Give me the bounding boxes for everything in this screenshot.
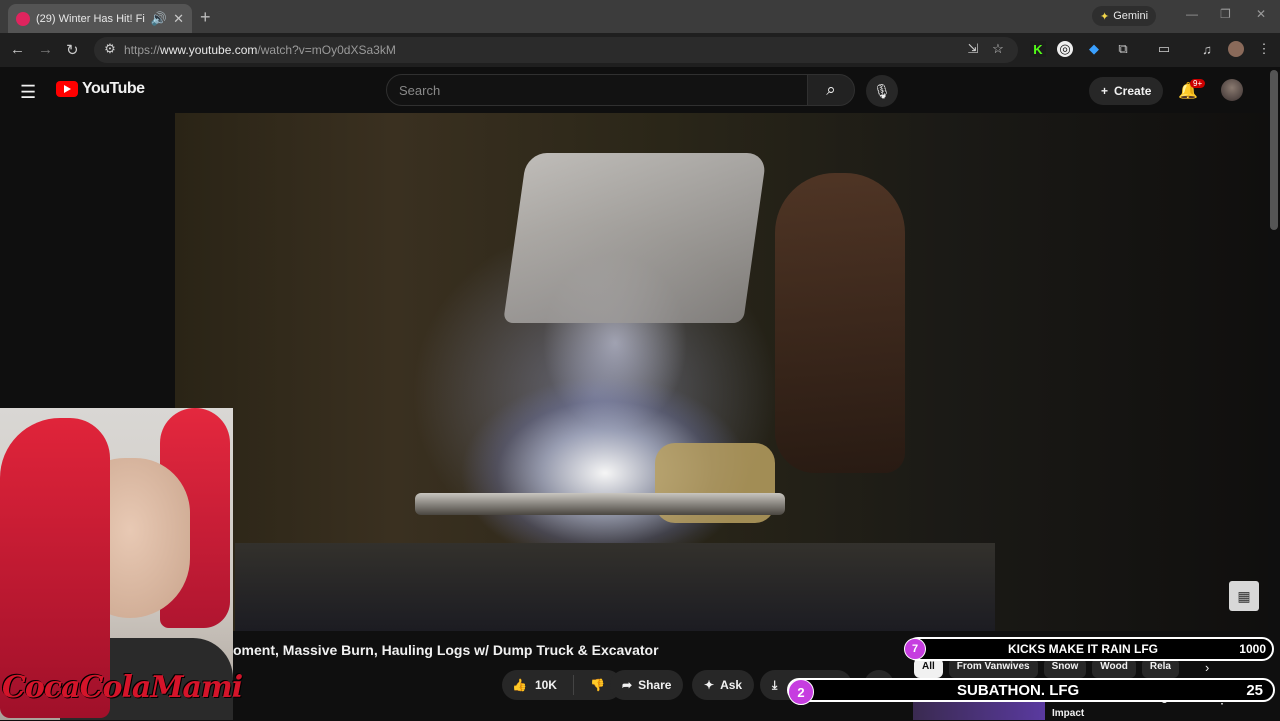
url-prefix: https:// (124, 43, 161, 57)
address-bar[interactable]: https://www.youtube.com/watch?v=mOy0dXSa… (94, 37, 1018, 63)
goal-text: SUBATHON. LFG (957, 681, 1080, 699)
download-icon: ⤓ (772, 677, 778, 692)
goal-value: 25 (1246, 681, 1263, 699)
url-path: /watch?v=mOy0dXSa3kM (257, 43, 396, 57)
extensions-puzzle-icon[interactable]: ⧉ (1115, 41, 1131, 57)
search-icon: ⌕ (826, 80, 836, 99)
youtube-favicon-icon (16, 11, 30, 26)
maximize-button[interactable]: ❐ (1220, 7, 1231, 21)
media-controls-icon[interactable]: ♫ (1199, 41, 1215, 57)
create-label: Create (1114, 84, 1152, 98)
youtube-logo-text: YouTube (82, 80, 145, 97)
share-arrow-icon: ➦ (622, 678, 633, 692)
goal-text: KICKS MAKE IT RAIN LFG (1008, 642, 1158, 656)
menu-hamburger-icon[interactable]: ☰ (20, 82, 36, 103)
chip[interactable]: From Vanwives (948, 658, 1038, 678)
video-player[interactable] (175, 113, 1268, 631)
youtube-logo[interactable]: YouTube (56, 80, 145, 98)
close-window-button[interactable]: ✕ (1256, 7, 1266, 21)
microphone-icon: 🎙 (873, 82, 891, 99)
chip[interactable]: Snow (1043, 658, 1087, 678)
close-tab-icon[interactable]: ✕ (173, 11, 184, 27)
tab-search-icon[interactable]: ▭ (1156, 41, 1172, 57)
share-label: Share (638, 678, 672, 692)
extension-circle-icon[interactable]: ◎ (1057, 41, 1073, 57)
dislike-button[interactable]: 👎 (580, 678, 605, 692)
notification-count-badge: 9+ (1190, 79, 1206, 88)
goal-value: 1000 (1239, 642, 1266, 656)
video-scene-table (235, 543, 995, 631)
install-app-icon[interactable]: ⇲ (965, 41, 981, 57)
youtube-play-icon (56, 81, 78, 97)
ask-label: Ask (720, 678, 743, 692)
streamer-name-logo: CocaColaMami (2, 670, 243, 705)
forward-icon[interactable]: → (38, 41, 53, 58)
like-dislike-group: 👍 10K 👎 (502, 670, 622, 700)
chip[interactable]: Rela (1141, 658, 1179, 678)
video-scene-pipe (415, 493, 785, 515)
sparkle-icon: ✦ (704, 678, 715, 692)
account-avatar[interactable] (1221, 79, 1243, 101)
back-icon[interactable]: ← (10, 41, 25, 58)
goal-count-badge: 2 (788, 679, 814, 705)
reload-icon[interactable]: ↻ (66, 41, 79, 59)
browser-menu-icon[interactable]: ⋮ (1256, 41, 1272, 57)
voice-search-button[interactable]: 🎙 (866, 75, 898, 107)
gemini-button[interactable]: ✦ Gemini (1092, 6, 1157, 26)
goal-count-badge: 7 (904, 638, 926, 660)
related-filter-chips: All From Vanwives Snow Wood Rela (914, 658, 1224, 678)
page-scrollbar[interactable] (1270, 70, 1278, 230)
tab-title: (29) Winter Has Hit! Fixing (36, 12, 145, 25)
chip[interactable]: Wood (1092, 658, 1136, 678)
search-input[interactable]: Search (386, 74, 808, 106)
share-button[interactable]: ➦ Share (610, 670, 684, 700)
plus-icon: + (1101, 84, 1109, 98)
browser-tab[interactable]: (29) Winter Has Hit! Fixing 🔊 ✕ (8, 4, 192, 33)
video-scene-welder (775, 173, 905, 473)
bookmark-star-icon[interactable]: ☆ (990, 41, 1006, 57)
extension-blue-icon[interactable]: ◆ (1086, 41, 1102, 57)
gemini-sparkle-icon: ✦ (1100, 10, 1110, 23)
video-title: oment, Massive Burn, Hauling Logs w/ Dum… (233, 642, 659, 658)
browser-tab-bar: (29) Winter Has Hit! Fixing 🔊 ✕ + ✦ Gemi… (0, 0, 1280, 33)
search-button[interactable]: ⌕ (807, 74, 855, 106)
audio-icon[interactable]: 🔊 (151, 11, 167, 27)
kick-extension-icon[interactable]: K (1030, 41, 1046, 57)
profile-avatar-icon[interactable] (1228, 41, 1244, 57)
channel-watermark-icon[interactable]: ▦ (1229, 581, 1259, 611)
like-count: 10K (534, 678, 557, 692)
new-tab-button[interactable]: + (200, 7, 211, 28)
url-domain: www.youtube.com (160, 43, 258, 57)
gemini-label: Gemini (1113, 10, 1149, 22)
create-button[interactable]: + Create (1089, 77, 1164, 105)
site-settings-icon[interactable]: ⚙ (102, 41, 118, 57)
youtube-header: ☰ YouTube Search ⌕ 🎙 + Create 🔔 9+ (0, 67, 1280, 113)
chip[interactable]: All (914, 658, 943, 678)
like-button[interactable]: 👍 10K (502, 675, 574, 695)
video-scene-welding-mask (503, 153, 767, 323)
stream-goal-bar-kicks: KICKS MAKE IT RAIN LFG 1000 (906, 637, 1274, 661)
thumbs-down-icon: 👎 (590, 678, 605, 692)
stream-goal-bar-subathon: SUBATHON. LFG 25 (787, 678, 1275, 702)
thumbs-up-icon: 👍 (512, 678, 527, 692)
search-placeholder: Search (399, 82, 441, 98)
minimize-button[interactable]: — (1186, 7, 1198, 21)
ask-button[interactable]: ✦ Ask (692, 670, 755, 700)
chevron-right-icon[interactable]: › (1205, 660, 1209, 675)
